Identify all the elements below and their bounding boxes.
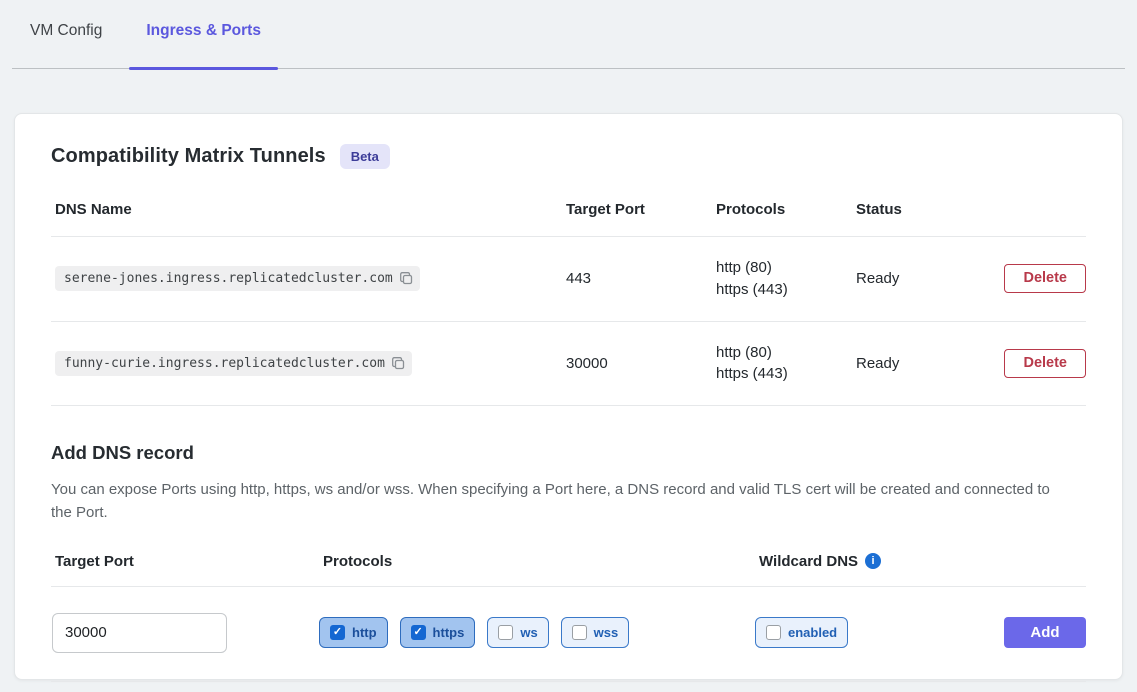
add-dns-record-title: Add DNS record [51, 442, 1086, 464]
checkbox-icon [766, 625, 781, 640]
tab-bar: VM Config Ingress & Ports [12, 0, 1125, 69]
table-row: funny-curie.ingress.replicatedcluster.co… [51, 322, 1086, 407]
dns-name-pill: serene-jones.ingress.replicatedcluster.c… [55, 266, 420, 291]
protocol-entry: http (80) [716, 257, 852, 279]
beta-badge: Beta [340, 144, 390, 169]
target-port-cell: 30000 [562, 355, 712, 372]
dns-name-text: funny-curie.ingress.replicatedcluster.co… [64, 356, 385, 371]
status-cell: Ready [852, 355, 993, 372]
form-header-target-port: Target Port [51, 553, 319, 570]
checkbox-icon [498, 625, 513, 640]
checkbox-icon [411, 625, 426, 640]
status-cell: Ready [852, 270, 993, 287]
column-header-protocols: Protocols [712, 201, 852, 218]
delete-button[interactable]: Delete [1004, 264, 1086, 293]
protocol-checkbox-http[interactable]: http [319, 617, 388, 648]
dns-name-cell: funny-curie.ingress.replicatedcluster.co… [51, 351, 562, 376]
column-header-dns-name: DNS Name [51, 201, 562, 218]
checkbox-icon [330, 625, 345, 640]
protocol-entry: http (80) [716, 342, 852, 364]
protocol-entry: https (443) [716, 279, 852, 301]
protocol-checkbox-ws[interactable]: ws [487, 617, 548, 648]
protocols-cell: http (80) https (443) [712, 342, 852, 386]
wildcard-enabled-label: enabled [788, 625, 837, 640]
tunnels-table: DNS Name Target Port Protocols Status se… [51, 193, 1086, 406]
protocol-entry: https (443) [716, 363, 852, 385]
dns-name-cell: serene-jones.ingress.replicatedcluster.c… [51, 266, 562, 291]
protocol-checkbox-label: http [352, 625, 377, 640]
card-header: Compatibility Matrix Tunnels Beta [51, 144, 1086, 169]
protocol-checkbox-label: https [433, 625, 465, 640]
protocol-checkbox-group: http https ws wss [319, 617, 755, 648]
protocol-checkbox-label: ws [520, 625, 537, 640]
wildcard-dns-cell: enabled [755, 617, 995, 648]
table-header-row: DNS Name Target Port Protocols Status [51, 193, 1086, 237]
target-port-input[interactable] [52, 613, 227, 653]
column-header-status: Status [852, 201, 993, 218]
dns-name-text: serene-jones.ingress.replicatedcluster.c… [64, 271, 393, 286]
protocols-cell: http (80) https (443) [712, 257, 852, 301]
column-header-target-port: Target Port [562, 201, 712, 218]
info-icon[interactable]: i [865, 553, 881, 569]
target-port-cell: 443 [562, 270, 712, 287]
protocol-checkbox-https[interactable]: https [400, 617, 476, 648]
form-header-protocols: Protocols [319, 553, 755, 570]
table-row: serene-jones.ingress.replicatedcluster.c… [51, 237, 1086, 322]
wildcard-enabled-checkbox[interactable]: enabled [755, 617, 848, 648]
add-form-row: http https ws wss enabled Add [51, 587, 1086, 682]
target-port-field-cell [51, 613, 319, 653]
protocol-checkbox-wss[interactable]: wss [561, 617, 630, 648]
dns-name-pill: funny-curie.ingress.replicatedcluster.co… [55, 351, 412, 376]
checkbox-icon [572, 625, 587, 640]
copy-icon[interactable] [399, 271, 414, 286]
add-dns-record-description: You can expose Ports using http, https, … [51, 478, 1061, 525]
tab-ingress-ports[interactable]: Ingress & Ports [129, 22, 278, 68]
page-title: Compatibility Matrix Tunnels [51, 145, 326, 168]
copy-icon[interactable] [391, 356, 406, 371]
delete-button[interactable]: Delete [1004, 349, 1086, 378]
add-form-header-row: Target Port Protocols Wildcard DNS i [51, 547, 1086, 587]
protocol-checkbox-label: wss [594, 625, 619, 640]
tab-vm-config[interactable]: VM Config [13, 22, 119, 68]
add-button[interactable]: Add [1004, 617, 1086, 648]
form-header-wildcard-dns: Wildcard DNS i [755, 553, 995, 570]
tunnels-card: Compatibility Matrix Tunnels Beta DNS Na… [14, 113, 1123, 680]
wildcard-dns-label: Wildcard DNS [759, 553, 858, 570]
